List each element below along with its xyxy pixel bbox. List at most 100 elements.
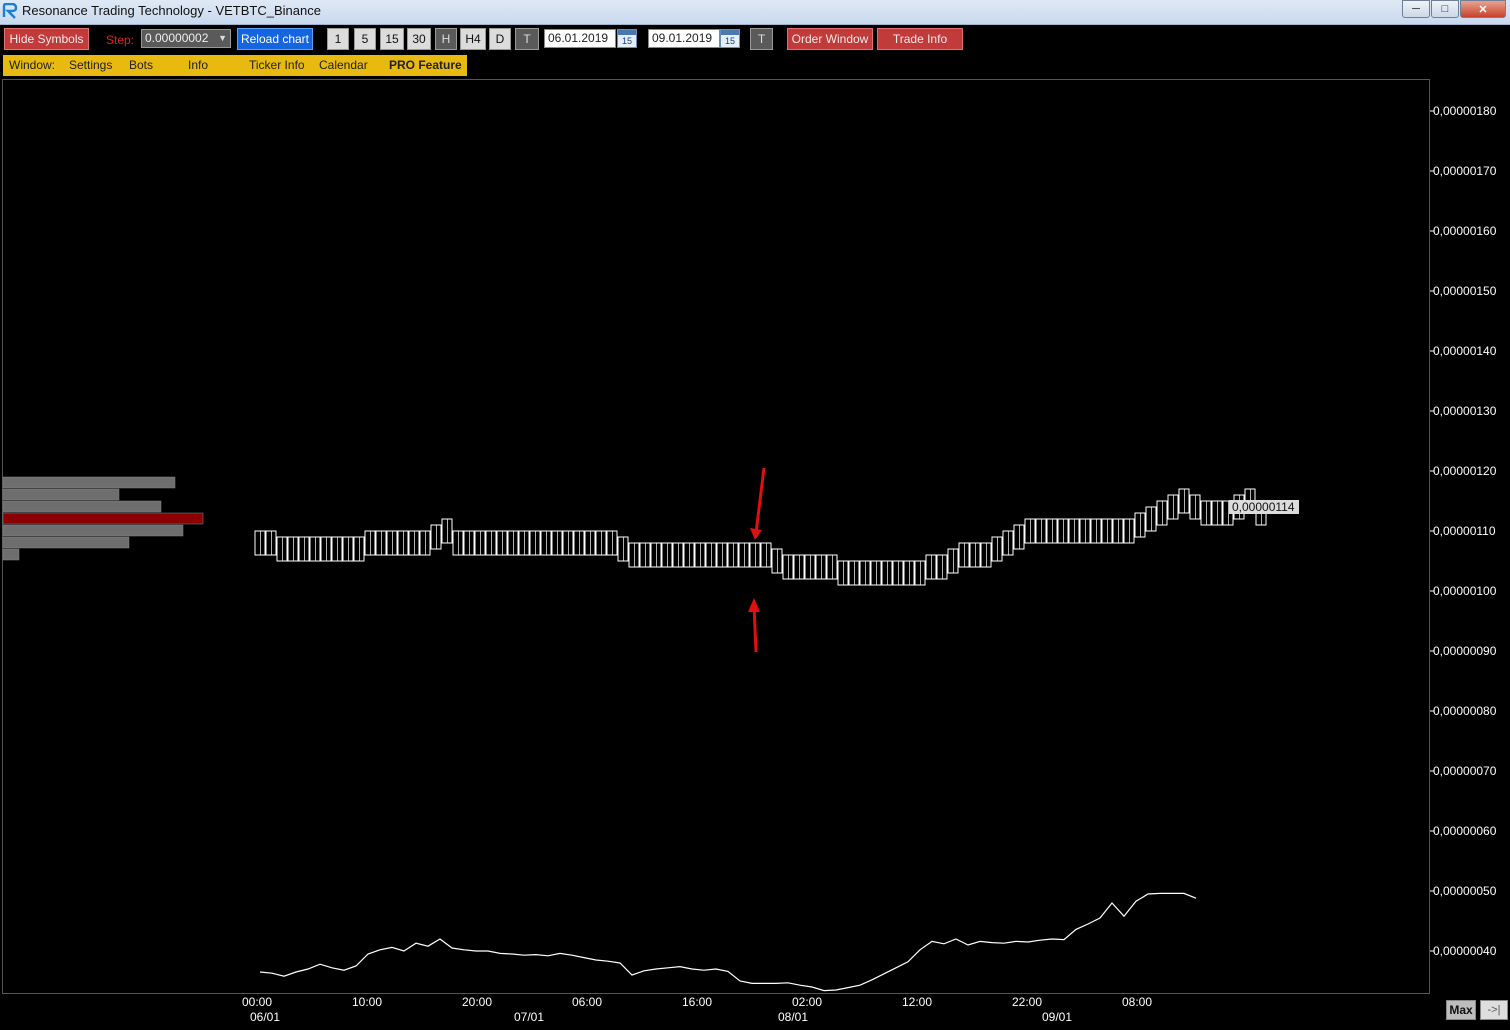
price-column [496, 530, 508, 556]
current-price-label: 0,00000114 [1232, 500, 1295, 514]
price-column [452, 530, 464, 556]
price-column [760, 542, 772, 568]
price-column [1167, 494, 1179, 520]
price-column [441, 518, 453, 544]
volume-profile-bar [2, 536, 130, 549]
price-column [1189, 494, 1201, 520]
price-column [1134, 512, 1146, 538]
x-tick-date-label: 08/01 [778, 1010, 808, 1024]
x-tick-time-label: 02:00 [792, 995, 822, 1009]
price-column [474, 530, 486, 556]
annotation-arrow-up [752, 604, 758, 653]
price-column [573, 530, 585, 556]
x-tick-time-label: 22:00 [1012, 995, 1042, 1009]
price-column [837, 560, 849, 586]
y-tick-label: 0,00000120 [1433, 464, 1497, 478]
y-tick-label: 0,00000130 [1433, 404, 1497, 418]
price-column [969, 542, 981, 568]
price-column [1156, 500, 1168, 526]
x-tick-date-label: 06/01 [250, 1010, 280, 1024]
volume-profile-bar [2, 476, 176, 489]
price-column [826, 554, 838, 580]
price-column [265, 530, 277, 556]
price-column [606, 530, 618, 556]
price-column [309, 536, 321, 562]
y-tick-label: 0,00000060 [1433, 824, 1497, 838]
price-column [947, 548, 959, 574]
price-column [551, 530, 563, 556]
price-column [485, 530, 497, 556]
price-column [584, 530, 596, 556]
price-column [254, 530, 266, 556]
price-column [859, 560, 871, 586]
y-tick-label: 0,00000080 [1433, 704, 1497, 718]
price-column [903, 560, 915, 586]
price-column [870, 560, 882, 586]
price-column [1046, 518, 1058, 544]
price-column [914, 560, 926, 586]
price-column [738, 542, 750, 568]
price-column [1178, 488, 1190, 514]
y-tick-label: 0,00000070 [1433, 764, 1497, 778]
price-column [716, 542, 728, 568]
price-column [980, 542, 992, 568]
price-column [1013, 524, 1025, 550]
price-column [782, 554, 794, 580]
x-tick-time-label: 20:00 [462, 995, 492, 1009]
x-tick-time-label: 00:00 [242, 995, 272, 1009]
annotation-arrowhead-up [748, 598, 760, 612]
price-column [1002, 530, 1014, 556]
price-column [408, 530, 420, 556]
price-column [892, 560, 904, 586]
price-column [1090, 518, 1102, 544]
price-column [364, 530, 376, 556]
price-column [595, 530, 607, 556]
scroll-to-end-button[interactable]: ->| [1480, 1000, 1508, 1020]
price-chart[interactable]: 0,00000040 0,00000050 0,00000060 0,00000070… [0, 0, 1510, 1030]
price-column [815, 554, 827, 580]
x-tick-date-label: 09/01 [1042, 1010, 1072, 1024]
price-column [1035, 518, 1047, 544]
price-column [320, 536, 332, 562]
price-column [529, 530, 541, 556]
price-column [298, 536, 310, 562]
price-column [1024, 518, 1036, 544]
price-column [430, 524, 442, 550]
x-tick-time-label: 16:00 [682, 995, 712, 1009]
price-column [562, 530, 574, 556]
x-tick-time-label: 08:00 [1122, 995, 1152, 1009]
volume-profile-bar [2, 512, 204, 525]
y-tick-label: 0,00000040 [1433, 944, 1497, 958]
price-column [1112, 518, 1124, 544]
volume-profile-bar [2, 500, 162, 513]
y-tick-label: 0,00000050 [1433, 884, 1497, 898]
price-column [650, 542, 662, 568]
price-column [463, 530, 475, 556]
price-column [749, 542, 761, 568]
price-column [419, 530, 431, 556]
price-column [991, 536, 1003, 562]
volume-profile-bar [2, 488, 120, 501]
y-tick-label: 0,00000150 [1433, 284, 1497, 298]
y-tick-label: 0,00000180 [1433, 104, 1497, 118]
price-column [1057, 518, 1069, 544]
price-column [1123, 518, 1135, 544]
volume-profile-bar [2, 548, 20, 561]
x-tick-time-label: 10:00 [352, 995, 382, 1009]
price-column [683, 542, 695, 568]
price-column [727, 542, 739, 568]
y-tick-label: 0,00000140 [1433, 344, 1497, 358]
x-tick-date-label: 07/01 [514, 1010, 544, 1024]
price-column [672, 542, 684, 568]
price-column [661, 542, 673, 568]
y-tick-label: 0,00000170 [1433, 164, 1497, 178]
price-column [375, 530, 387, 556]
price-column [1101, 518, 1113, 544]
price-column [936, 554, 948, 580]
price-column [1068, 518, 1080, 544]
max-button[interactable]: Max [1446, 1000, 1476, 1020]
price-column [848, 560, 860, 586]
volume-profile-bar [2, 524, 184, 537]
price-column [331, 536, 343, 562]
price-column [628, 542, 640, 568]
